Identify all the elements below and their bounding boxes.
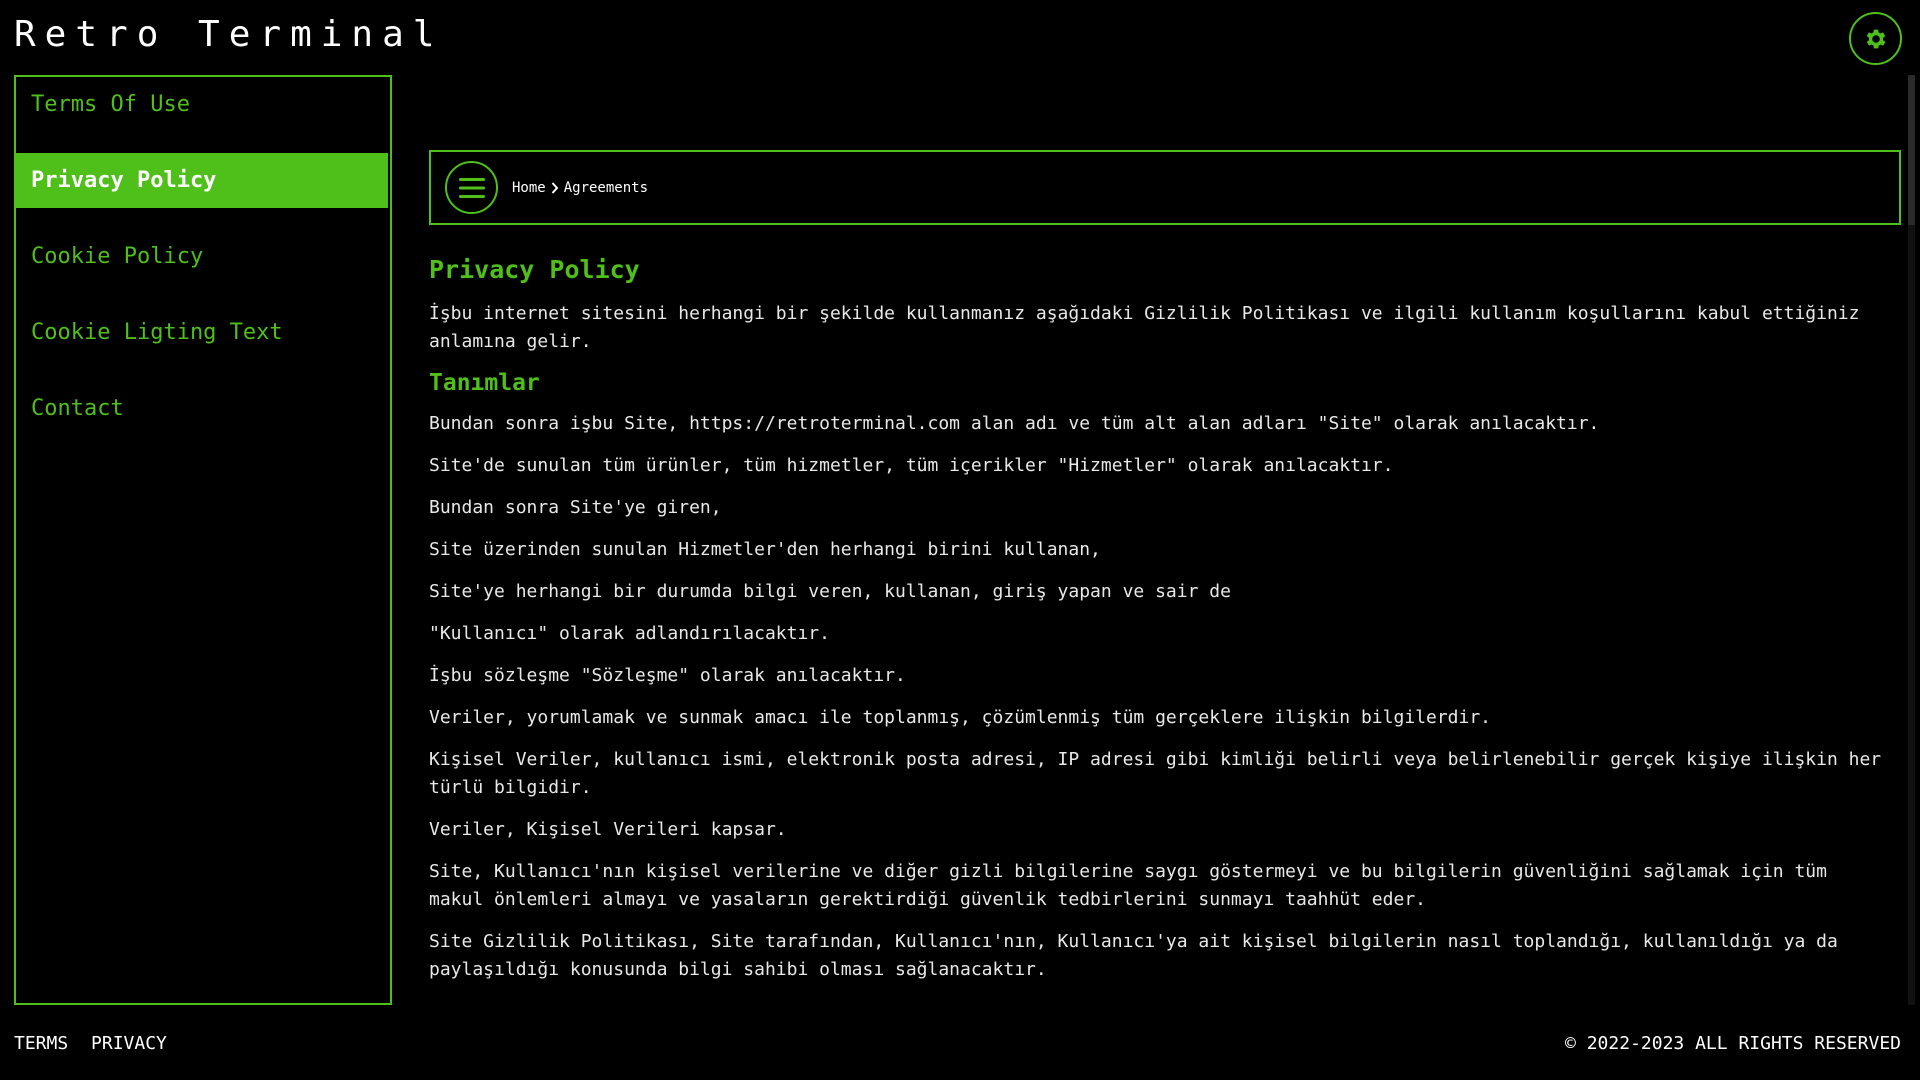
app-title: Retro Terminal [14,14,444,55]
intro-paragraph: İşbu internet sitesini herhangi bir şeki… [429,303,1860,352]
paragraph: Bundan sonra Site'ye giren, [429,497,722,518]
paragraph: Site'de sunulan tüm ürünler, tüm hizmetl… [429,455,1394,476]
breadcrumb-home[interactable]: Home [512,180,546,196]
paragraph: Site üzerinden sunulan Hizmetler'den her… [429,539,1101,560]
sidebar-item-privacy-policy[interactable]: Privacy Policy [16,153,388,208]
footer-link-privacy[interactable]: PRIVACY [91,1033,167,1054]
paragraph: "Kullanıcı" olarak adlandırılacaktır. [429,623,830,644]
sidebar-item-terms-of-use[interactable]: Terms Of Use [16,77,390,132]
scrollbar-thumb[interactable] [1908,75,1915,225]
page-title: Privacy Policy [429,255,640,284]
paragraph: Veriler, yorumlamak ve sunmak amacı ile … [429,707,1492,728]
paragraph: Site'ye herhangi bir durumda bilgi veren… [429,581,1231,602]
content-scrollbar[interactable] [1908,75,1915,1005]
gear-icon [1866,29,1885,48]
section-heading: Tanımlar [429,370,540,396]
footer: TERMS PRIVACY © 2022-2023 ALL RIGHTS RES… [0,1005,1920,1080]
paragraph: Kişisel Veriler, kullanıcı ismi, elektro… [429,749,1882,798]
footer-link-terms[interactable]: TERMS [14,1033,68,1054]
sidebar-item-cookie-ligting-text[interactable]: Cookie Ligting Text [16,305,390,360]
copyright-text: © 2022-2023 ALL RIGHTS RESERVED [1565,1033,1901,1054]
paragraph: Veriler, Kişisel Verileri kapsar. [429,819,787,840]
settings-button[interactable] [1849,12,1902,65]
paragraph: Bundan sonra işbu Site, https://retroter… [429,413,1600,434]
policy-content: Privacy Policy İşbu internet sitesini he… [429,255,1889,998]
paragraph: Site Gizlilik Politikası, Site tarafında… [429,931,1838,980]
paragraph: İşbu sözleşme "Sözleşme" olarak anılacak… [429,665,906,686]
main-content-area: Home Agreements Privacy Policy İşbu inte… [393,75,1920,1005]
chevron-right-icon [551,181,559,194]
sidebar-item-cookie-policy[interactable]: Cookie Policy [16,229,390,284]
top-header: Retro Terminal [0,0,1920,75]
hamburger-menu-icon [458,177,485,198]
breadcrumb: Home Agreements [512,180,648,196]
sidebar-item-contact[interactable]: Contact [16,381,390,436]
breadcrumb-bar: Home Agreements [429,150,1901,225]
breadcrumb-current[interactable]: Agreements [564,180,648,196]
menu-button[interactable] [445,161,498,214]
paragraph: Site, Kullanıcı'nın kişisel verilerine v… [429,861,1827,910]
footer-links: TERMS PRIVACY [14,1033,179,1054]
sidebar: Terms Of Use Privacy Policy Cookie Polic… [14,75,392,1005]
